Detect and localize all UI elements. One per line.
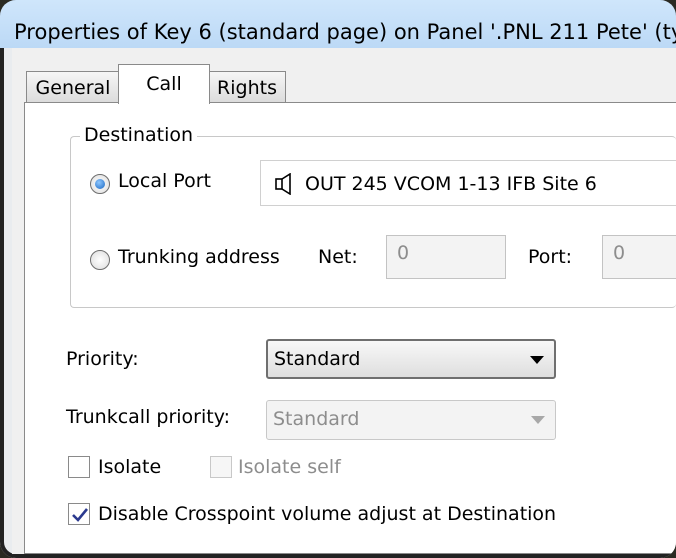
local-port-field[interactable]: OUT 245 VCOM 1-13 IFB Site 6 bbox=[260, 160, 676, 206]
port-label: Port: bbox=[528, 246, 573, 268]
disable-crosspoint-checkbox[interactable] bbox=[68, 503, 90, 525]
trunking-address-radio[interactable] bbox=[90, 250, 110, 270]
tab-general-label: General bbox=[35, 77, 111, 99]
isolate-label[interactable]: Isolate bbox=[98, 456, 161, 478]
net-label: Net: bbox=[318, 246, 358, 268]
properties-dialog: Properties of Key 6 (standard page) on P… bbox=[0, 0, 676, 558]
isolate-self-checkbox[interactable] bbox=[210, 456, 232, 478]
priority-value: Standard bbox=[274, 348, 361, 370]
radio-selected-dot bbox=[95, 179, 105, 189]
net-value: 0 bbox=[397, 242, 410, 264]
disable-crosspoint-label[interactable]: Disable Crosspoint volume adjust at Dest… bbox=[98, 503, 556, 525]
trunking-address-label[interactable]: Trunking address bbox=[118, 246, 280, 268]
priority-label: Priority: bbox=[66, 348, 139, 370]
tab-call-label: Call bbox=[146, 73, 182, 95]
isolate-checkbox[interactable] bbox=[68, 456, 90, 478]
isolate-self-label[interactable]: Isolate self bbox=[238, 456, 341, 478]
speaker-icon bbox=[275, 173, 291, 195]
title-bar[interactable]: Properties of Key 6 (standard page) on P… bbox=[0, 0, 676, 48]
trunkcall-priority-select[interactable]: Standard bbox=[266, 400, 556, 440]
local-port-label[interactable]: Local Port bbox=[118, 170, 211, 192]
tab-general[interactable]: General bbox=[26, 71, 120, 102]
net-input[interactable]: 0 bbox=[386, 235, 506, 279]
window-title: Properties of Key 6 (standard page) on P… bbox=[14, 20, 676, 44]
trunkcall-priority-value: Standard bbox=[273, 408, 360, 430]
checkmark-icon bbox=[72, 508, 89, 522]
port-input[interactable]: 0 bbox=[602, 235, 676, 279]
chevron-down-icon bbox=[530, 356, 544, 364]
tab-rights-label: Rights bbox=[217, 77, 277, 99]
tab-call[interactable]: Call bbox=[118, 64, 210, 104]
priority-select[interactable]: Standard bbox=[266, 339, 556, 379]
chevron-down-icon bbox=[531, 416, 545, 424]
trunkcall-priority-label: Trunkcall priority: bbox=[66, 406, 230, 428]
tab-rights[interactable]: Rights bbox=[208, 71, 286, 102]
destination-group-label: Destination bbox=[80, 124, 198, 146]
local-port-radio[interactable] bbox=[90, 174, 110, 194]
local-port-value: OUT 245 VCOM 1-13 IFB Site 6 bbox=[305, 173, 597, 195]
port-value: 0 bbox=[613, 242, 626, 264]
